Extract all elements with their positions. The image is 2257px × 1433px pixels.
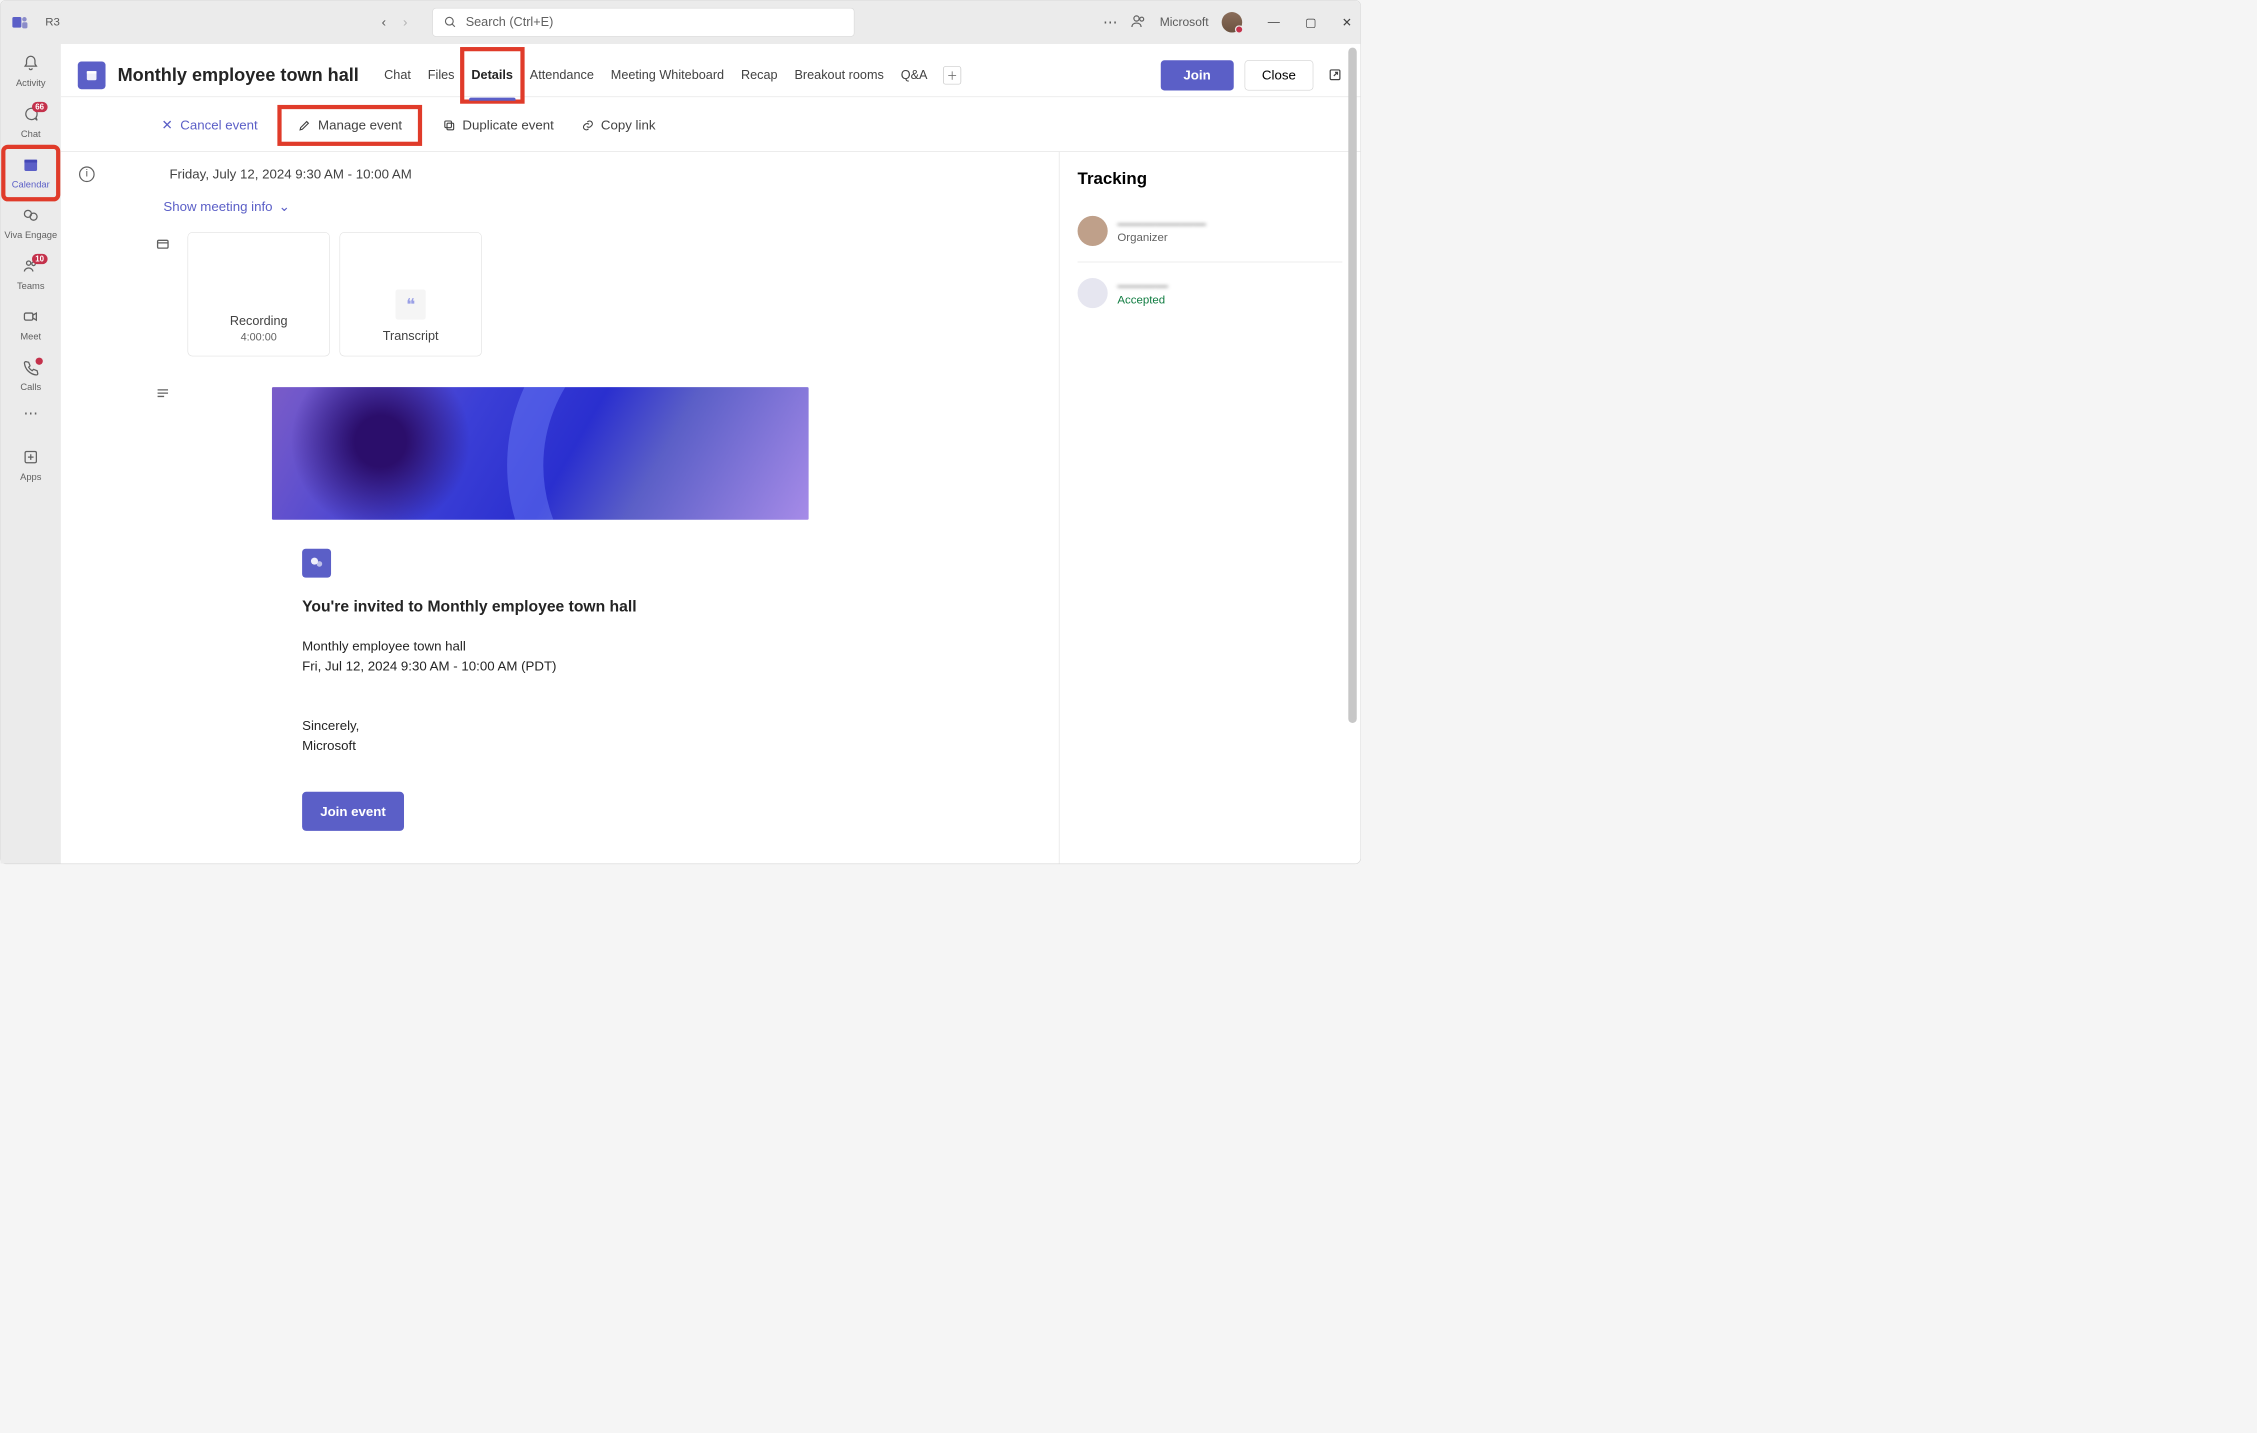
- teams-icon: 10: [22, 257, 39, 278]
- event-tabs: Chat Files Details Attendance Meeting Wh…: [376, 55, 962, 96]
- apps-icon: [22, 448, 39, 469]
- tab-files[interactable]: Files: [419, 55, 463, 96]
- event-actions: ✕ Cancel event Manage event Duplicate ev…: [61, 97, 1360, 152]
- more-icon[interactable]: ⋯: [1103, 14, 1117, 31]
- x-icon: ✕: [160, 118, 174, 132]
- recording-card[interactable]: Recording 4:00:00: [188, 232, 330, 356]
- phone-icon: [22, 358, 39, 379]
- event-type-icon: [78, 61, 106, 89]
- join-button[interactable]: Join: [1160, 60, 1233, 90]
- invite-heading: You're invited to Monthly employee town …: [302, 595, 796, 619]
- meeting-time-text: Friday, July 12, 2024 9:30 AM - 10:00 AM: [169, 166, 411, 182]
- chat-badge: 66: [32, 102, 48, 112]
- invite-event-name: Monthly employee town hall: [302, 636, 796, 656]
- chevron-down-icon: ⌄: [279, 199, 290, 215]
- link-icon: [580, 118, 594, 132]
- rail-apps[interactable]: Apps: [4, 440, 57, 491]
- duplicate-event-button[interactable]: Duplicate event: [440, 113, 557, 138]
- teams-badge-icon: [302, 549, 331, 578]
- user-avatar[interactable]: [1222, 12, 1243, 33]
- calendar-icon: [22, 156, 39, 177]
- tab-details[interactable]: Details: [463, 50, 521, 101]
- copy-link-button[interactable]: Copy link: [578, 113, 658, 138]
- rail-calls[interactable]: Calls: [4, 350, 57, 401]
- close-window-button[interactable]: ✕: [1342, 15, 1352, 30]
- rail-more[interactable]: ⋯: [24, 405, 38, 422]
- invite-content: You're invited to Monthly employee town …: [302, 549, 796, 831]
- rail-activity[interactable]: Activity: [4, 46, 57, 97]
- nav-back-icon[interactable]: ‹: [382, 14, 386, 30]
- event-title: Monthly employee town hall: [118, 65, 359, 86]
- avatar: [1078, 278, 1108, 308]
- search-input[interactable]: Search (Ctrl+E): [433, 8, 855, 37]
- chat-icon: 66: [22, 105, 39, 126]
- environment-tag: R3: [45, 16, 60, 29]
- app-rail: Activity 66 Chat Calendar Viva Engage: [1, 44, 61, 863]
- title-bar: R3 ‹ › Search (Ctrl+E) ⋯ Microsoft — ▢ ✕: [1, 1, 1361, 44]
- bell-icon: [22, 55, 39, 76]
- people-icon[interactable]: [1131, 13, 1147, 32]
- avatar: [1078, 216, 1108, 246]
- search-placeholder: Search (Ctrl+E): [466, 15, 554, 29]
- copy-icon: [442, 118, 456, 132]
- join-event-button[interactable]: Join event: [302, 792, 404, 831]
- tracking-heading: Tracking: [1078, 169, 1343, 188]
- meeting-time-row: i Friday, July 12, 2024 9:30 AM - 10:00 …: [157, 166, 1040, 182]
- event-header: Monthly employee town hall Chat Files De…: [61, 44, 1360, 97]
- video-icon: [22, 308, 39, 329]
- tab-qa[interactable]: Q&A: [892, 55, 936, 96]
- rail-viva-engage[interactable]: Viva Engage: [4, 198, 57, 249]
- event-banner-image: [272, 387, 809, 520]
- teams-app-icon: [9, 11, 31, 33]
- presence-busy-icon: [1235, 25, 1243, 33]
- tab-recap[interactable]: Recap: [733, 55, 786, 96]
- rail-calendar[interactable]: Calendar: [4, 148, 57, 199]
- invite-signoff: Sincerely,: [302, 716, 796, 736]
- info-icon: i: [79, 166, 95, 182]
- rail-chat[interactable]: 66 Chat: [4, 97, 57, 148]
- show-meeting-info-toggle[interactable]: Show meeting info ⌄: [163, 199, 1040, 215]
- invite-signature: Microsoft: [302, 736, 796, 756]
- maximize-button[interactable]: ▢: [1305, 15, 1316, 30]
- minimize-button[interactable]: —: [1268, 15, 1280, 30]
- rail-teams[interactable]: 10 Teams: [4, 249, 57, 300]
- close-button[interactable]: Close: [1244, 60, 1313, 90]
- manage-event-button[interactable]: Manage event: [282, 109, 418, 142]
- transcript-card[interactable]: ❝ Transcript: [339, 232, 481, 356]
- viva-icon: [22, 207, 39, 228]
- tab-whiteboard[interactable]: Meeting Whiteboard: [602, 55, 732, 96]
- scrollbar[interactable]: [1348, 48, 1356, 723]
- invite-event-time: Fri, Jul 12, 2024 9:30 AM - 10:00 AM (PD…: [302, 656, 796, 676]
- teams-badge: 10: [32, 254, 48, 264]
- transcript-icon: ❝: [396, 289, 426, 319]
- pencil-icon: [298, 118, 312, 132]
- tracking-panel: Tracking ——————— Organizer ———— Acc: [1059, 152, 1361, 864]
- nav-forward-icon: ›: [403, 14, 407, 30]
- rail-meet[interactable]: Meet: [4, 300, 57, 351]
- calls-badge: [36, 357, 43, 364]
- tracking-organizer[interactable]: ——————— Organizer: [1078, 209, 1343, 254]
- tab-chat[interactable]: Chat: [376, 55, 420, 96]
- account-label[interactable]: Microsoft: [1160, 15, 1209, 29]
- tab-breakout[interactable]: Breakout rooms: [786, 55, 892, 96]
- tracking-attendee[interactable]: ———— Accepted: [1078, 271, 1343, 316]
- details-panel: i Friday, July 12, 2024 9:30 AM - 10:00 …: [61, 152, 1059, 864]
- popout-icon[interactable]: [1328, 67, 1344, 83]
- add-tab-button[interactable]: ＋: [943, 66, 961, 84]
- cancel-event-button[interactable]: ✕ Cancel event: [157, 113, 260, 138]
- tab-attendance[interactable]: Attendance: [521, 55, 602, 96]
